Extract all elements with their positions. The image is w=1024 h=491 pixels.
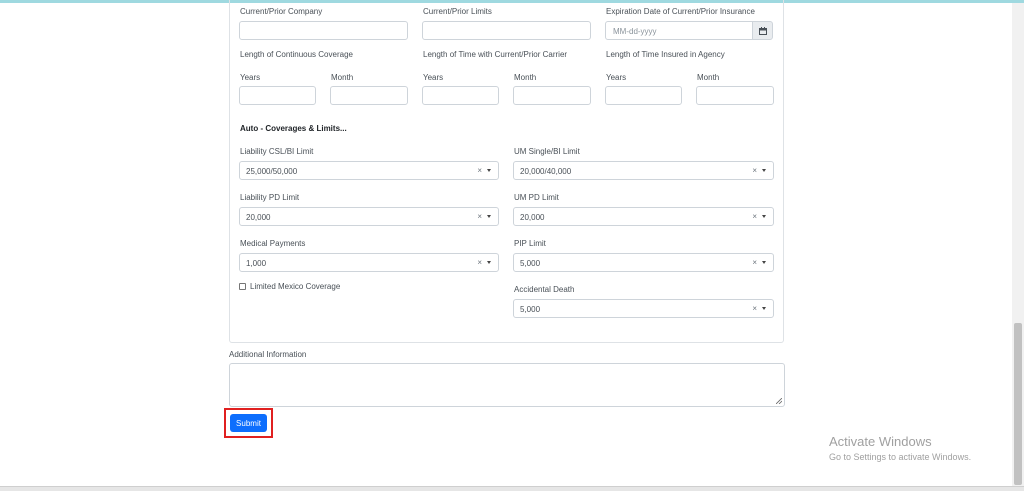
- liability-pd-label: Liability PD Limit: [240, 193, 300, 202]
- resize-grip-icon[interactable]: [776, 398, 782, 404]
- scrollbar-thumb[interactable]: [1014, 323, 1022, 485]
- expiration-date-input[interactable]: MM-dd-yyyy: [605, 21, 753, 40]
- um-pd-select[interactable]: 20,000 ×: [513, 207, 774, 226]
- coverages-section-title: Auto - Coverages & Limits...: [240, 124, 347, 133]
- carrier-month-label: Month: [514, 73, 537, 82]
- medical-payments-value: 1,000: [246, 259, 267, 268]
- agency-month-input[interactable]: [696, 86, 774, 105]
- caret-down-icon[interactable]: [487, 215, 491, 218]
- accidental-death-value: 5,000: [520, 305, 541, 314]
- clear-icon[interactable]: ×: [752, 304, 757, 313]
- medical-payments-select[interactable]: 1,000 ×: [239, 253, 499, 272]
- expiration-date-group: MM-dd-yyyy: [605, 21, 774, 40]
- calendar-icon: [758, 26, 767, 35]
- caret-down-icon[interactable]: [762, 215, 766, 218]
- current-prior-company-label: Current/Prior Company: [240, 7, 323, 16]
- liability-csl-select[interactable]: 25,000/50,000 ×: [239, 161, 499, 180]
- carrier-years-input[interactable]: [422, 86, 499, 105]
- limited-mexico-checkbox[interactable]: [239, 283, 246, 290]
- liability-csl-value: 25,000/50,000: [246, 167, 298, 176]
- continuous-coverage-label: Length of Continuous Coverage: [240, 50, 353, 59]
- agency-years-input[interactable]: [605, 86, 682, 105]
- liability-pd-value: 20,000: [246, 213, 271, 222]
- um-pd-value: 20,000: [520, 213, 545, 222]
- current-prior-limits-input[interactable]: [422, 21, 591, 40]
- caret-down-icon[interactable]: [487, 169, 491, 172]
- activate-windows-subtitle: Go to Settings to activate Windows.: [829, 452, 972, 462]
- clear-icon[interactable]: ×: [477, 258, 482, 267]
- caret-down-icon[interactable]: [487, 261, 491, 264]
- activate-windows-title: Activate Windows: [829, 434, 932, 449]
- clear-icon[interactable]: ×: [752, 258, 757, 267]
- coverage-years-input[interactable]: [239, 86, 316, 105]
- time-insured-agency-label: Length of Time Insured in Agency: [606, 50, 725, 59]
- um-pd-label: UM PD Limit: [514, 193, 559, 202]
- current-prior-company-input[interactable]: [239, 21, 408, 40]
- calendar-button[interactable]: [752, 21, 773, 40]
- time-with-carrier-label: Length of Time with Current/Prior Carrie…: [423, 50, 568, 59]
- caret-down-icon[interactable]: [762, 169, 766, 172]
- accidental-death-label: Accidental Death: [514, 285, 575, 294]
- coverage-month-label: Month: [331, 73, 354, 82]
- clear-icon[interactable]: ×: [477, 212, 482, 221]
- carrier-years-label: Years: [423, 73, 444, 82]
- clear-icon[interactable]: ×: [477, 166, 482, 175]
- carrier-month-input[interactable]: [513, 86, 591, 105]
- um-single-select[interactable]: 20,000/40,000 ×: [513, 161, 774, 180]
- accidental-death-select[interactable]: 5,000 ×: [513, 299, 774, 318]
- additional-information-label: Additional Information: [229, 350, 307, 359]
- liability-csl-label: Liability CSL/BI Limit: [240, 147, 314, 156]
- additional-information-textarea[interactable]: [229, 363, 785, 407]
- medical-payments-label: Medical Payments: [240, 239, 306, 248]
- clear-icon[interactable]: ×: [752, 212, 757, 221]
- liability-pd-select[interactable]: 20,000 ×: [239, 207, 499, 226]
- caret-down-icon[interactable]: [762, 307, 766, 310]
- limited-mexico-label[interactable]: Limited Mexico Coverage: [250, 282, 340, 291]
- browser-bottom-strip: [0, 486, 1024, 491]
- pip-limit-select[interactable]: 5,000 ×: [513, 253, 774, 272]
- agency-month-label: Month: [697, 73, 720, 82]
- clear-icon[interactable]: ×: [752, 166, 757, 175]
- coverage-month-input[interactable]: [330, 86, 408, 105]
- um-single-label: UM Single/BI Limit: [514, 147, 580, 156]
- pip-limit-label: PIP Limit: [514, 239, 546, 248]
- expiration-date-label: Expiration Date of Current/Prior Insuran…: [606, 7, 755, 16]
- submit-button[interactable]: Submit: [230, 414, 267, 432]
- caret-down-icon[interactable]: [762, 261, 766, 264]
- um-single-value: 20,000/40,000: [520, 167, 572, 176]
- agency-years-label: Years: [606, 73, 627, 82]
- current-prior-limits-label: Current/Prior Limits: [423, 7, 492, 16]
- coverage-years-label: Years: [240, 73, 261, 82]
- pip-limit-value: 5,000: [520, 259, 541, 268]
